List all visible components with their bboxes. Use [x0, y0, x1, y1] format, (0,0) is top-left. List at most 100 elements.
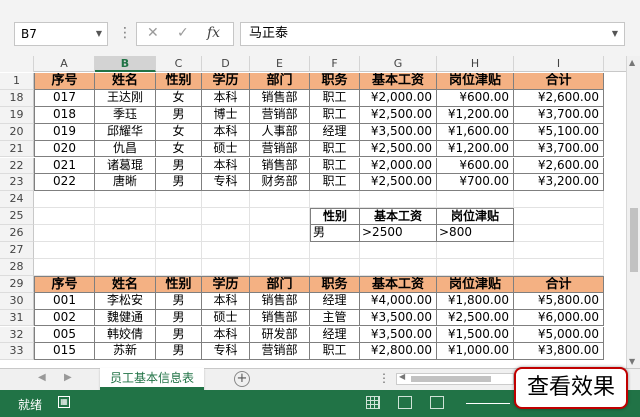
empty-cell[interactable]: [514, 191, 604, 209]
table-cell[interactable]: 职工: [310, 140, 360, 158]
table-cell[interactable]: ¥5,000.00: [514, 326, 604, 344]
table-cell[interactable]: 002: [34, 309, 95, 327]
table-cell[interactable]: 主管: [310, 309, 360, 327]
tab-next-icon[interactable]: ▶: [64, 372, 72, 383]
table-cell[interactable]: ¥600.00: [437, 157, 514, 175]
page-layout-view-icon[interactable]: [398, 396, 412, 409]
empty-cell[interactable]: [202, 242, 250, 259]
table-cell[interactable]: 营销部: [250, 343, 310, 361]
empty-cell[interactable]: [310, 191, 360, 209]
table-cell[interactable]: 女: [156, 89, 202, 107]
table-cell[interactable]: ¥4,000.00: [360, 292, 437, 310]
empty-cell[interactable]: [34, 191, 95, 209]
empty-cell[interactable]: [437, 242, 514, 259]
table-cell[interactable]: 硕士: [202, 140, 250, 158]
table-cell[interactable]: 财务部: [250, 174, 310, 192]
table-cell[interactable]: 研发部: [250, 326, 310, 344]
cancel-icon[interactable]: ✕: [147, 25, 159, 41]
accessibility-icon[interactable]: ▦: [58, 396, 70, 408]
table-cell[interactable]: 女: [156, 123, 202, 141]
row-header[interactable]: 26: [0, 225, 34, 242]
table-header-cell[interactable]: 学历: [202, 275, 250, 293]
empty-cell[interactable]: [250, 258, 310, 276]
empty-cell[interactable]: [34, 242, 95, 259]
table-header-cell[interactable]: 岗位津贴: [437, 73, 514, 90]
empty-cell[interactable]: [360, 258, 437, 276]
empty-cell[interactable]: [156, 191, 202, 209]
table-cell[interactable]: ¥3,200.00: [514, 174, 604, 192]
table-cell[interactable]: 男: [156, 174, 202, 192]
row-header[interactable]: 1: [0, 73, 34, 90]
table-header-cell[interactable]: 序号: [34, 275, 95, 293]
empty-cell[interactable]: [514, 225, 604, 242]
table-cell[interactable]: 魏健通: [95, 309, 156, 327]
table-cell[interactable]: 苏新: [95, 343, 156, 361]
scroll-down-icon[interactable]: ▼: [629, 357, 635, 366]
table-cell[interactable]: ¥1,000.00: [437, 343, 514, 361]
empty-cell[interactable]: [95, 208, 156, 226]
tab-split-handle-icon[interactable]: ⋮: [378, 371, 390, 385]
zoom-slider[interactable]: [466, 403, 510, 404]
table-cell[interactable]: 本科: [202, 89, 250, 107]
table-header-cell[interactable]: 职务: [310, 73, 360, 90]
table-cell[interactable]: 营销部: [250, 106, 310, 124]
table-cell[interactable]: 男: [156, 326, 202, 344]
row-header[interactable]: 22: [0, 157, 34, 175]
table-cell[interactable]: ¥1,800.00: [437, 292, 514, 310]
empty-cell[interactable]: [95, 258, 156, 276]
table-cell[interactable]: 职工: [310, 343, 360, 361]
table-cell[interactable]: 本科: [202, 292, 250, 310]
row-header[interactable]: 20: [0, 123, 34, 141]
sheet-tab-employee-info[interactable]: 员工基本信息表: [100, 368, 204, 390]
table-cell[interactable]: ¥5,100.00: [514, 123, 604, 141]
table-cell[interactable]: ¥2,000.00: [360, 89, 437, 107]
table-cell[interactable]: ¥2,800.00: [360, 343, 437, 361]
table-cell[interactable]: 职工: [310, 89, 360, 107]
table-cell[interactable]: 022: [34, 174, 95, 192]
criteria-header-cell[interactable]: 性别: [310, 208, 360, 226]
row-header[interactable]: 30: [0, 292, 34, 310]
empty-cell[interactable]: [156, 225, 202, 242]
column-header-d[interactable]: D: [202, 56, 250, 72]
table-header-cell[interactable]: 职务: [310, 275, 360, 293]
table-cell[interactable]: 仇昌: [95, 140, 156, 158]
empty-cell[interactable]: [250, 191, 310, 209]
table-cell[interactable]: 职工: [310, 106, 360, 124]
table-cell[interactable]: 男: [156, 157, 202, 175]
table-header-cell[interactable]: 性别: [156, 275, 202, 293]
empty-cell[interactable]: [514, 258, 604, 276]
table-cell[interactable]: 017: [34, 89, 95, 107]
table-header-cell[interactable]: 学历: [202, 73, 250, 90]
table-cell[interactable]: 王达刚: [95, 89, 156, 107]
column-header-f[interactable]: F: [310, 56, 360, 72]
table-cell[interactable]: 男: [156, 292, 202, 310]
table-cell[interactable]: 男: [156, 343, 202, 361]
table-cell[interactable]: 唐晰: [95, 174, 156, 192]
row-header[interactable]: 31: [0, 309, 34, 327]
column-header-a[interactable]: A: [34, 56, 95, 72]
empty-cell[interactable]: [95, 225, 156, 242]
empty-cell[interactable]: [514, 242, 604, 259]
table-header-cell[interactable]: 基本工资: [360, 275, 437, 293]
criteria-cell[interactable]: >800: [437, 225, 514, 242]
empty-cell[interactable]: [34, 208, 95, 226]
scroll-thumb[interactable]: [630, 208, 638, 272]
empty-cell[interactable]: [95, 242, 156, 259]
table-cell[interactable]: 韩姣倩: [95, 326, 156, 344]
empty-cell[interactable]: [156, 242, 202, 259]
table-cell[interactable]: ¥2,500.00: [360, 140, 437, 158]
column-header-b[interactable]: B: [95, 56, 156, 72]
empty-cell[interactable]: [34, 225, 95, 242]
expand-icon[interactable]: ▼: [612, 23, 618, 45]
row-header[interactable]: 29: [0, 275, 34, 293]
table-header-cell[interactable]: 基本工资: [360, 73, 437, 90]
table-cell[interactable]: ¥600.00: [437, 89, 514, 107]
table-cell[interactable]: 李松安: [95, 292, 156, 310]
row-header[interactable]: 32: [0, 326, 34, 344]
empty-cell[interactable]: [202, 208, 250, 226]
empty-cell[interactable]: [250, 208, 310, 226]
empty-cell[interactable]: [202, 258, 250, 276]
table-cell[interactable]: 男: [156, 106, 202, 124]
empty-cell[interactable]: [34, 258, 95, 276]
empty-cell[interactable]: [437, 191, 514, 209]
